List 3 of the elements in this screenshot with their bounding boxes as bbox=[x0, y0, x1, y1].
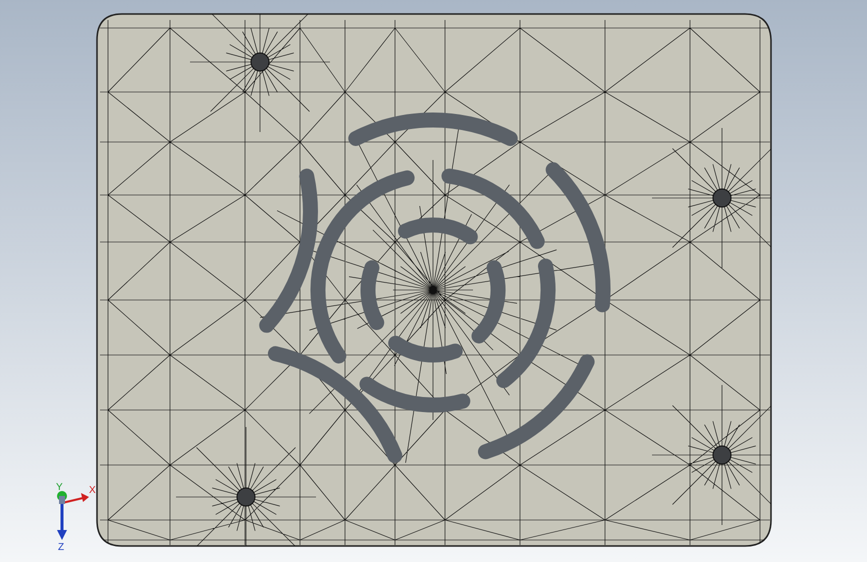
axis-label: Y bbox=[56, 482, 63, 493]
axis-label: X bbox=[89, 485, 96, 496]
axis-label: Z bbox=[58, 542, 64, 553]
